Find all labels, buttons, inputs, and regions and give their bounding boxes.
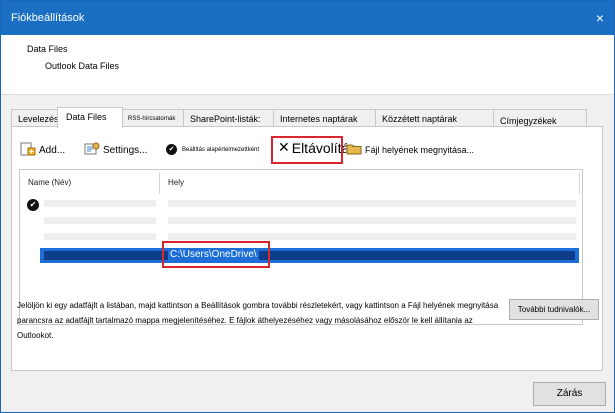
- tab-rss-feeds[interactable]: RSS-hírcsatornák: [121, 109, 185, 127]
- header-title: Data Files: [27, 44, 68, 54]
- remove-highlight: [271, 136, 343, 164]
- list-item: [168, 200, 576, 207]
- list-item: [168, 233, 576, 240]
- tab-address-books[interactable]: Címjegyzékek: [493, 109, 587, 127]
- settings-button[interactable]: Settings...: [84, 142, 147, 159]
- column-header-location[interactable]: Hely: [168, 178, 184, 187]
- selected-path-highlight: C:\Users\OneDrive\: [162, 241, 270, 268]
- add-button[interactable]: Add...: [20, 142, 65, 159]
- set-default-button[interactable]: ✔ Beállítás alapértelmezettként: [166, 144, 259, 155]
- add-file-icon: [20, 142, 36, 159]
- account-settings-window: Fiókbeállítások × Data Files Outlook Dat…: [0, 0, 615, 413]
- selected-path-text: C:\Users\OneDrive\: [168, 249, 259, 260]
- list-item: [44, 217, 156, 224]
- header-area: Data Files Outlook Data Files: [1, 35, 614, 95]
- column-separator: [579, 172, 580, 194]
- close-icon[interactable]: ×: [596, 10, 604, 26]
- tab-published-calendars[interactable]: Közzétett naptárak: [375, 109, 495, 127]
- more-info-button[interactable]: További tudnivalók...: [509, 299, 599, 320]
- toolbar: Add... Settings... ✔ Beállítás alapértel…: [20, 136, 590, 164]
- settings-button-label: Settings...: [103, 145, 148, 156]
- help-description: Jelöljön ki egy adatfájlt a listában, ma…: [17, 301, 499, 340]
- default-file-check-icon: ✔: [27, 199, 39, 211]
- tab-internet-calendars[interactable]: Internetes naptárak: [273, 109, 377, 127]
- header-subtitle: Outlook Data Files: [45, 61, 120, 71]
- list-item: [44, 233, 156, 240]
- tab-email[interactable]: Levelezés: [11, 109, 59, 127]
- close-button[interactable]: Zárás: [533, 382, 606, 406]
- list-item: [44, 200, 156, 207]
- settings-icon: [84, 142, 100, 159]
- list-item: [168, 217, 576, 224]
- open-location-button[interactable]: Fájl helyének megnyitása...: [346, 142, 474, 157]
- set-default-label: Beállítás alapértelmezettként: [182, 146, 260, 153]
- add-button-label: Add...: [39, 145, 66, 156]
- title-bar: Fiókbeállítások ×: [1, 1, 614, 35]
- selected-table-row[interactable]: [40, 248, 579, 263]
- column-separator: [159, 172, 160, 194]
- folder-icon: [346, 142, 362, 157]
- tab-data-files[interactable]: Data Files: [57, 107, 123, 128]
- tab-strip: Levelezés Data Files RSS-hírcsatornák Sh…: [11, 107, 603, 128]
- open-location-label: Fájl helyének megnyitása...: [365, 144, 475, 155]
- column-header-name[interactable]: Name (Név): [28, 178, 71, 187]
- data-files-panel: Add... Settings... ✔ Beállítás alapértel…: [11, 126, 603, 371]
- window-title: Fiókbeállítások: [11, 12, 85, 24]
- checkmark-circle-icon: ✔: [166, 144, 177, 155]
- tab-sharepoint-lists[interactable]: SharePoint-listák:: [183, 109, 275, 127]
